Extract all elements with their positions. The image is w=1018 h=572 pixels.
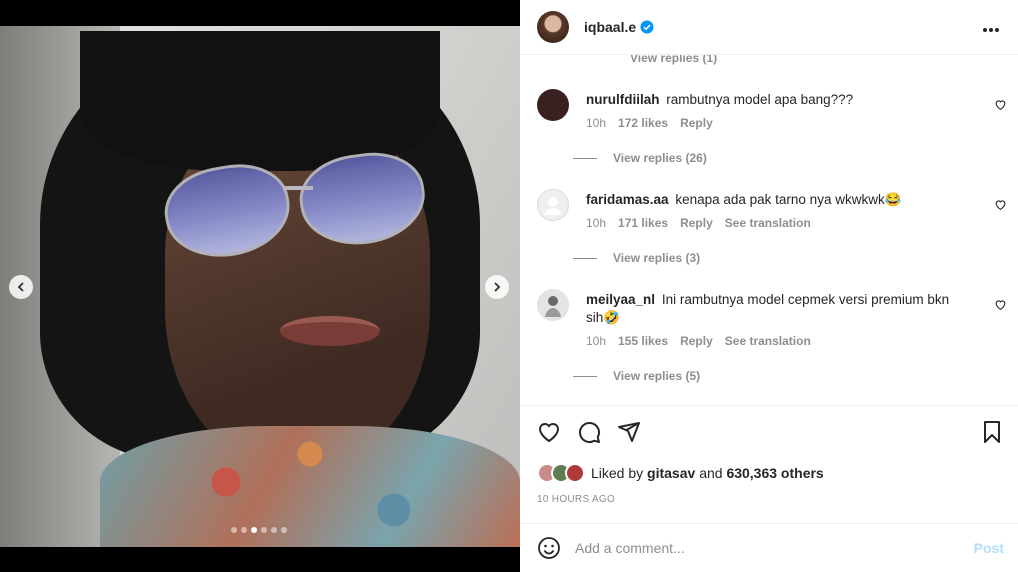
user-photo-avatar-icon [537,289,569,321]
carousel-next-button[interactable] [485,275,509,299]
author-avatar[interactable] [537,11,569,43]
heart-icon[interactable] [994,298,1007,311]
likes-count-others[interactable]: 630,363 others [726,465,823,481]
like-heart-icon[interactable] [537,420,561,444]
author-username[interactable]: iqbaal.e [584,19,636,35]
carousel-dot [271,527,277,533]
comment-reply-button[interactable]: Reply [680,334,713,348]
liked-by-summary: Liked by gitasav and 630,363 others [537,463,824,483]
comment-likes[interactable]: 172 likes [618,116,668,130]
replies-divider-line [573,375,597,377]
see-translation-button[interactable]: See translation [725,334,811,348]
action-icons-row [537,420,641,444]
liked-by-user[interactable]: gitasav [647,465,695,481]
more-options-button[interactable] [982,18,1000,36]
commenter-username[interactable]: meilyaa_nl [586,292,655,307]
carousel-dot [281,527,287,533]
photo-bangs [80,31,440,171]
commenter-avatar[interactable] [537,89,569,121]
view-replies-button[interactable]: View replies (5) [573,369,700,383]
photo-mouth [280,316,380,346]
post-comment-button[interactable]: Post [974,540,1004,556]
comment-likes[interactable]: 155 likes [618,334,668,348]
carousel-prev-button[interactable] [9,275,33,299]
share-send-icon[interactable] [617,420,641,444]
view-replies-button[interactable]: View replies (26) [573,151,707,165]
comment-body: faridamas.aa kenapa ada pak tarno nya wk… [586,191,956,209]
post-media [0,0,520,572]
comment-time[interactable]: 10h [586,216,606,230]
comment-time[interactable]: 10h [586,334,606,348]
chevron-left-icon [17,282,24,292]
commenter-avatar[interactable] [537,189,569,221]
comment-meta: 10h 171 likes Reply See translation [586,216,811,230]
comment-reply-button[interactable]: Reply [680,216,713,230]
liked-by-prefix: Liked by [591,465,644,481]
carousel-dot [251,527,257,533]
emoji-smiley-icon[interactable] [537,536,561,560]
default-avatar-icon [537,189,569,221]
commenter-username[interactable]: faridamas.aa [586,192,669,207]
comments-list[interactable]: View replies (1) nurulfdiilah rambutnya … [520,55,1018,405]
verified-badge-icon [640,20,654,34]
carousel-dot [261,527,267,533]
post-header: iqbaal.e [520,0,1018,55]
post-details-panel: iqbaal.e View replies (1) nurulfdiilah r… [520,0,1018,572]
comment-reply-button[interactable]: Reply [680,116,713,130]
heart-icon[interactable] [994,198,1007,211]
bookmark-icon[interactable] [980,420,1004,444]
post-actions: Liked by gitasav and 630,363 others 10 H… [520,405,1018,523]
post-photo[interactable] [0,26,520,547]
comment-meta: 10h 155 likes Reply See translation [586,334,811,348]
carousel-indicator [231,527,287,533]
chevron-right-icon [494,282,501,292]
carousel-dot [231,527,237,533]
comment-text: kenapa ada pak tarno nya wkwkwk😂 [675,192,902,207]
see-translation-button[interactable]: See translation [725,216,811,230]
view-replies-button[interactable]: View replies (3) [573,251,700,265]
replies-divider-line [573,257,597,259]
post-timestamp[interactable]: 10 HOURS AGO [537,494,615,505]
liked-by-joiner: and [699,465,723,481]
photo-sunglasses-bridge [283,186,313,190]
commenter-avatar[interactable] [537,289,569,321]
comment-time[interactable]: 10h [586,116,606,130]
comment-bubble-icon[interactable] [577,420,601,444]
comment-meta: 10h 172 likes Reply [586,116,713,130]
add-comment-bar: Post [520,523,1018,572]
comment-body: nurulfdiilah rambutnya model apa bang??? [586,91,956,109]
comment-input[interactable] [575,540,955,556]
replies-divider-line [573,157,597,159]
liker-avatars [537,463,585,483]
photo-shirt [100,426,520,547]
view-replies-label: View replies (26) [613,151,707,165]
liker-avatar[interactable] [565,463,585,483]
view-replies-label: View replies (5) [613,369,701,383]
commenter-username[interactable]: nurulfdiilah [586,92,660,107]
view-replies-clipped[interactable]: View replies (1) [630,55,717,65]
view-replies-label: View replies (3) [613,251,701,265]
comment-body: meilyaa_nl Ini rambutnya model cepmek ve… [586,291,956,327]
comment-text: rambutnya model apa bang??? [666,92,854,107]
more-horizontal-icon [983,28,999,32]
heart-icon[interactable] [994,98,1007,111]
comment-likes[interactable]: 171 likes [618,216,668,230]
carousel-dot [241,527,247,533]
